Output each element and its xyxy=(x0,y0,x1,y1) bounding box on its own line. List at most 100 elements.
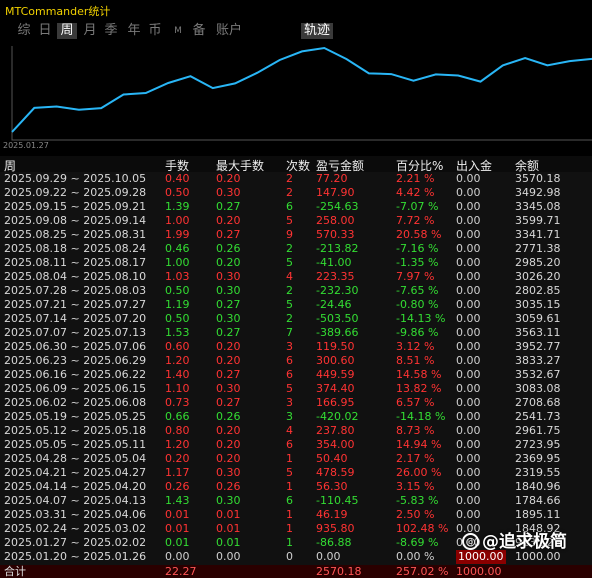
cell-count: 5 xyxy=(286,382,293,395)
cell-pnl: -41.00 xyxy=(316,256,352,269)
table-row[interactable]: 2025.09.15 ~ 2025.09.21 1.39 0.27 6 -254.63 -… xyxy=(0,200,592,214)
period-tab-0[interactable]: 综 xyxy=(14,23,34,39)
balance-line xyxy=(11,46,592,133)
cell-pnl: 354.00 xyxy=(316,438,355,451)
chart-axes xyxy=(11,46,592,141)
table-row[interactable]: 2025.08.25 ~ 2025.08.31 1.99 0.27 9 570.33 20… xyxy=(0,228,592,242)
cell-pnl: 258.00 xyxy=(316,214,355,227)
cell-percent: -7.16 % xyxy=(396,242,439,255)
period-tab-7[interactable]: M xyxy=(170,23,186,39)
cell-lots: 0.00 xyxy=(165,550,190,563)
cell-lots: 1.20 xyxy=(165,354,190,367)
cell-percent: 4.42 % xyxy=(396,186,435,199)
cell-pnl: 119.50 xyxy=(316,340,355,353)
table-row[interactable]: 2025.08.18 ~ 2025.08.24 0.46 0.26 2 -213.82 -… xyxy=(0,242,592,256)
cell-week: 2025.07.14 ~ 2025.07.20 xyxy=(4,312,147,325)
cell-lots: 0.01 xyxy=(165,508,190,521)
table-row[interactable]: 2025.09.22 ~ 2025.09.28 0.50 0.30 2 147.90 4.… xyxy=(0,186,592,200)
cell-count: 5 xyxy=(286,466,293,479)
cell-count: 5 xyxy=(286,256,293,269)
period-tab-1[interactable]: 日 xyxy=(35,23,55,39)
cell-week: 2025.06.16 ~ 2025.06.22 xyxy=(4,368,147,381)
table-row[interactable]: 2025.07.21 ~ 2025.07.27 1.19 0.27 5 -24.46 -0… xyxy=(0,298,592,312)
cell-max-lots: 0.26 xyxy=(216,410,241,423)
table-row[interactable]: 2025.06.23 ~ 2025.06.29 1.20 0.20 6 300.60 8.… xyxy=(0,354,592,368)
cell-count: 4 xyxy=(286,424,293,437)
table-row[interactable]: 2025.05.19 ~ 2025.05.25 0.66 0.26 3 -420.02 -… xyxy=(0,410,592,424)
cell-week: 2025.09.22 ~ 2025.09.28 xyxy=(4,186,147,199)
cell-count: 1 xyxy=(286,508,293,521)
window-title: MTCommander统计 xyxy=(5,5,111,18)
cell-balance: 3599.71 xyxy=(515,214,561,227)
table-row[interactable]: 2025.09.08 ~ 2025.09.14 1.00 0.20 5 258.00 7.… xyxy=(0,214,592,228)
cell-lots: 0.60 xyxy=(165,340,190,353)
cell-balance: 3035.15 xyxy=(515,298,561,311)
cell-balance: 3059.61 xyxy=(515,312,561,325)
watermark-text: @追求极简 xyxy=(482,532,567,552)
table-row[interactable]: 2025.06.09 ~ 2025.06.15 1.10 0.30 5 374.40 13… xyxy=(0,382,592,396)
cell-percent: 102.48 % xyxy=(396,522,449,535)
cell-flow: 0.00 xyxy=(456,242,481,255)
table-row[interactable]: 2025.04.07 ~ 2025.04.13 1.43 0.30 6 -110.45 -… xyxy=(0,494,592,508)
cell-pnl: -86.88 xyxy=(316,536,352,549)
table-row[interactable]: 2025.05.05 ~ 2025.05.11 1.20 0.20 6 354.00 14… xyxy=(0,438,592,452)
period-tab-3[interactable]: 月 xyxy=(80,23,100,39)
cell-count: 2 xyxy=(286,284,293,297)
period-tab-2[interactable]: 周 xyxy=(57,23,77,39)
cell-pnl: 56.30 xyxy=(316,480,348,493)
table-row[interactable]: 2025.01.20 ~ 2025.01.26 0.00 0.00 0 0.00 0.00… xyxy=(0,550,592,564)
camera-logo-icon: ◎ xyxy=(462,533,479,550)
cell-balance: 3083.08 xyxy=(515,382,561,395)
cell-flow: 0.00 xyxy=(456,284,481,297)
cell-balance: 3345.08 xyxy=(515,200,561,213)
cell-count: 1 xyxy=(286,522,293,535)
cell-pnl: 223.35 xyxy=(316,270,355,283)
cell-percent: 8.51 % xyxy=(396,354,435,367)
table-row[interactable]: 2025.04.21 ~ 2025.04.27 1.17 0.30 5 478.59 26… xyxy=(0,466,592,480)
cell-week: 2025.01.20 ~ 2025.01.26 xyxy=(4,550,147,563)
table-row[interactable]: 2025.08.11 ~ 2025.08.17 1.00 0.20 5 -41.00 -1… xyxy=(0,256,592,270)
cell-lots: 0.01 xyxy=(165,522,190,535)
total-row: 合计 22.27 2570.18 257.02 % 1000.00 xyxy=(0,565,592,578)
table-row[interactable]: 2025.07.07 ~ 2025.07.13 1.53 0.27 7 -389.66 -… xyxy=(0,326,592,340)
weekly-stats-table[interactable]: 周 手数 最大手数 次数 盈亏金额 百分比% 出入金 余额 2025.09.29… xyxy=(0,156,592,578)
balance-chart-svg xyxy=(11,46,592,141)
table-row[interactable]: 2025.05.12 ~ 2025.05.18 0.80 0.20 4 237.80 8.… xyxy=(0,424,592,438)
period-tab-4[interactable]: 季 xyxy=(101,23,121,39)
cell-week: 2025.09.08 ~ 2025.09.14 xyxy=(4,214,147,227)
table-row[interactable]: 2025.07.28 ~ 2025.08.03 0.50 0.30 2 -232.30 -… xyxy=(0,284,592,298)
cell-week: 2025.05.19 ~ 2025.05.25 xyxy=(4,410,147,423)
track-tab[interactable]: 轨迹 xyxy=(301,23,333,39)
table-row[interactable]: 2025.08.04 ~ 2025.08.10 1.03 0.30 4 223.35 7.… xyxy=(0,270,592,284)
period-tab-9[interactable]: 账户 xyxy=(212,23,246,39)
table-row[interactable]: 2025.04.28 ~ 2025.05.04 0.20 0.20 1 50.40 2.1… xyxy=(0,452,592,466)
cell-count: 3 xyxy=(286,396,293,409)
table-row[interactable]: 2025.03.31 ~ 2025.04.06 0.01 0.01 1 46.19 2.5… xyxy=(0,508,592,522)
cell-week: 2025.06.02 ~ 2025.06.08 xyxy=(4,396,147,409)
table-row[interactable]: 2025.04.14 ~ 2025.04.20 0.26 0.26 1 56.30 3.1… xyxy=(0,480,592,494)
cell-flow: 0.00 xyxy=(456,382,481,395)
cell-pnl: -232.30 xyxy=(316,284,359,297)
cell-balance: 2369.95 xyxy=(515,452,561,465)
cell-max-lots: 0.20 xyxy=(216,438,241,451)
period-tab-5[interactable]: 年 xyxy=(124,23,144,39)
table-row[interactable]: 2025.09.29 ~ 2025.10.05 0.40 0.20 2 77.20 2.2… xyxy=(0,172,592,186)
cell-max-lots: 0.20 xyxy=(216,256,241,269)
cell-balance: 3570.18 xyxy=(515,172,561,185)
cell-balance: 2708.68 xyxy=(515,396,561,409)
cell-week: 2025.01.27 ~ 2025.02.02 xyxy=(4,536,147,549)
cell-percent: 26.00 % xyxy=(396,466,442,479)
cell-balance: 3341.71 xyxy=(515,228,561,241)
table-row[interactable]: 2025.06.30 ~ 2025.07.06 0.60 0.20 3 119.50 3.… xyxy=(0,340,592,354)
period-tab-6[interactable]: 币 xyxy=(145,23,165,39)
table-row[interactable]: 2025.06.16 ~ 2025.06.22 1.40 0.27 6 449.59 14… xyxy=(0,368,592,382)
cell-lots: 1.17 xyxy=(165,466,190,479)
cell-max-lots: 0.01 xyxy=(216,536,241,549)
period-tab-8[interactable]: 备 xyxy=(189,23,209,39)
table-row[interactable]: 2025.07.14 ~ 2025.07.20 0.50 0.30 2 -503.50 -… xyxy=(0,312,592,326)
cell-percent: 2.21 % xyxy=(396,172,435,185)
cell-week: 2025.08.11 ~ 2025.08.17 xyxy=(4,256,147,269)
cell-balance: 2541.73 xyxy=(515,410,561,423)
table-row[interactable]: 2025.06.02 ~ 2025.06.08 0.73 0.27 3 166.95 6.… xyxy=(0,396,592,410)
cell-pnl: -213.82 xyxy=(316,242,359,255)
